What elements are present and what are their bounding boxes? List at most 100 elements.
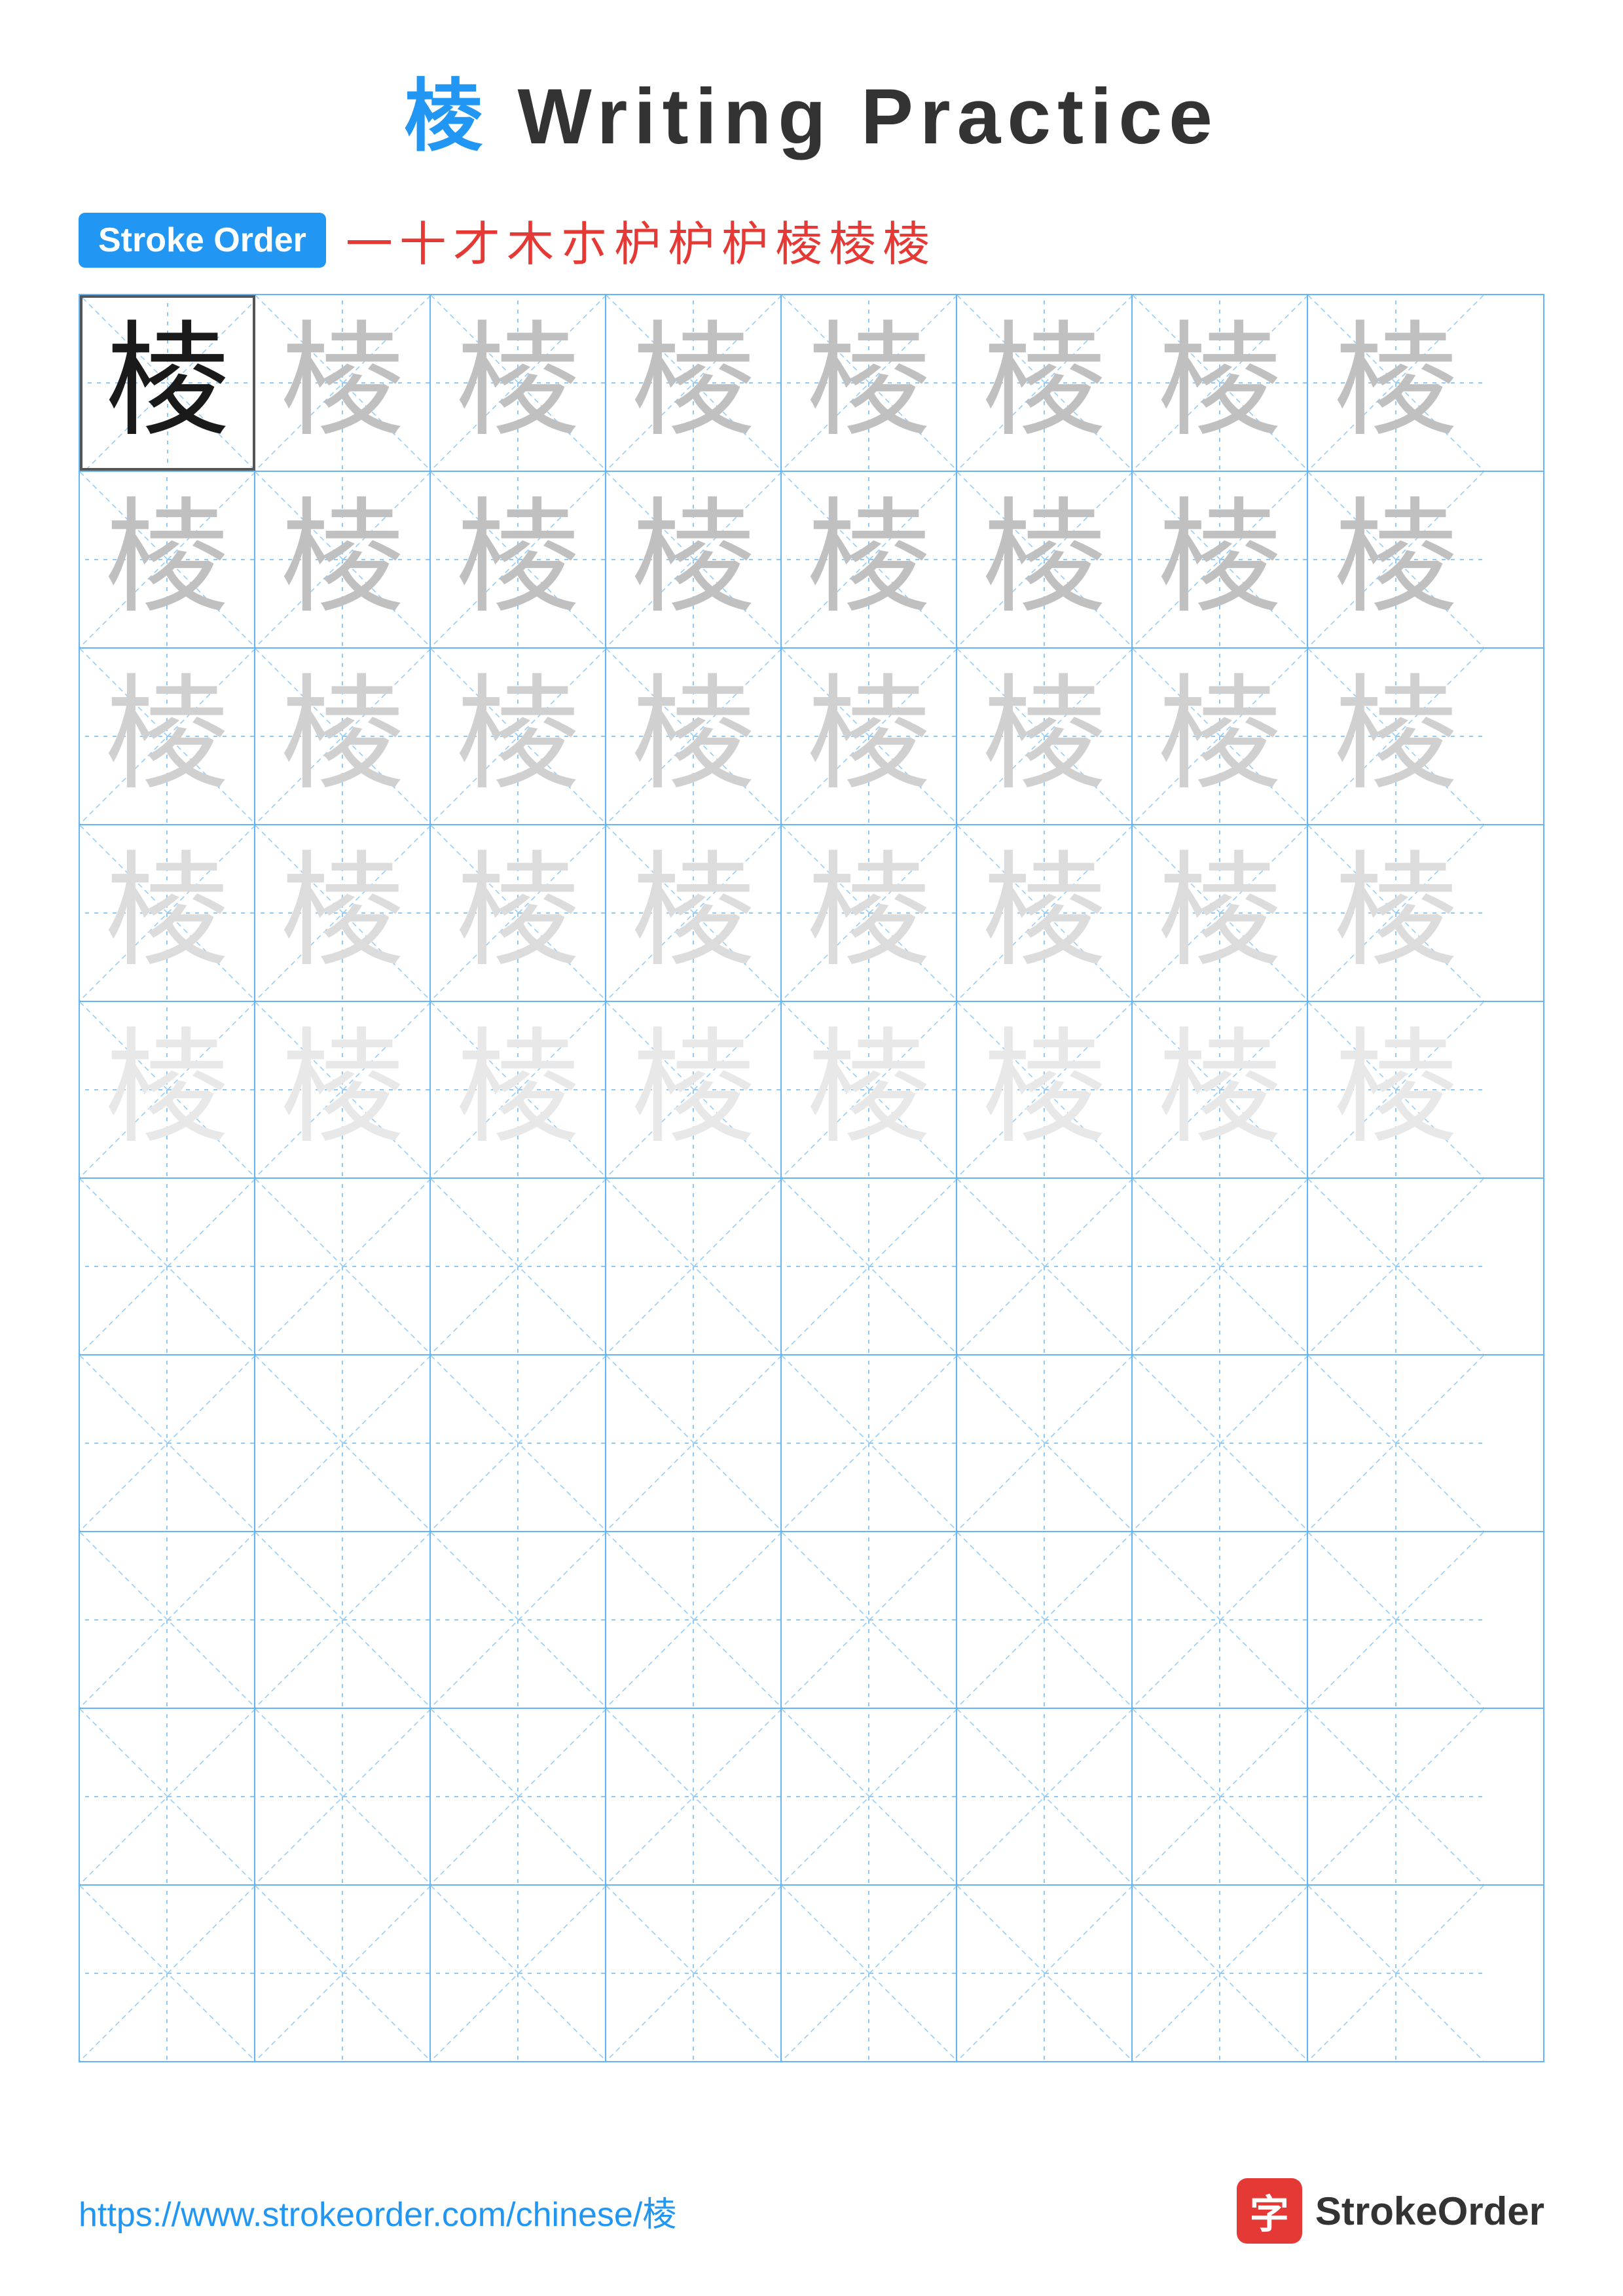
grid-row xyxy=(80,1886,1543,2061)
grid-cell[interactable]: 棱 xyxy=(782,649,957,824)
cell-character: 棱 xyxy=(957,1002,1131,1177)
grid-cell[interactable] xyxy=(255,1355,431,1531)
grid-cell[interactable]: 棱 xyxy=(255,472,431,647)
cell-character: 棱 xyxy=(80,649,254,824)
grid-cell[interactable]: 棱 xyxy=(782,472,957,647)
grid-cell[interactable]: 棱 xyxy=(1308,472,1484,647)
grid-cell[interactable] xyxy=(957,1709,1133,1884)
cell-character: 棱 xyxy=(255,825,429,1001)
grid-cell[interactable] xyxy=(782,1355,957,1531)
grid-cell[interactable]: 棱 xyxy=(606,1002,782,1177)
grid-cell[interactable] xyxy=(80,1179,255,1354)
grid-cell[interactable] xyxy=(1133,1709,1308,1884)
grid-cell[interactable]: 棱 xyxy=(606,649,782,824)
grid-cell[interactable] xyxy=(255,1532,431,1708)
grid-cell[interactable] xyxy=(1133,1179,1308,1354)
grid-cell[interactable] xyxy=(957,1355,1133,1531)
grid-cell[interactable]: 棱 xyxy=(957,649,1133,824)
cell-character: 棱 xyxy=(1133,1002,1307,1177)
grid-cell[interactable]: 棱 xyxy=(80,472,255,647)
grid-row: 棱棱棱棱棱棱棱棱 xyxy=(80,825,1543,1002)
grid-cell[interactable] xyxy=(782,1709,957,1884)
footer: https://www.strokeorder.com/chinese/棱 字 … xyxy=(0,2178,1623,2244)
grid-cell[interactable]: 棱 xyxy=(782,1002,957,1177)
grid-cell[interactable]: 棱 xyxy=(782,295,957,471)
grid-cell[interactable]: 棱 xyxy=(1308,825,1484,1001)
grid-cell[interactable]: 棱 xyxy=(606,295,782,471)
grid-row xyxy=(80,1709,1543,1886)
grid-cell[interactable] xyxy=(957,1886,1133,2061)
cell-character: 棱 xyxy=(255,649,429,824)
grid-cell[interactable] xyxy=(606,1886,782,2061)
cell-character: 棱 xyxy=(1308,825,1484,1001)
grid-cell[interactable]: 棱 xyxy=(957,295,1133,471)
grid-cell[interactable] xyxy=(1308,1886,1484,2061)
grid-cell[interactable] xyxy=(1133,1532,1308,1708)
cell-character: 棱 xyxy=(80,472,254,647)
grid-cell[interactable] xyxy=(431,1532,606,1708)
grid-cell[interactable] xyxy=(606,1532,782,1708)
grid-cell[interactable]: 棱 xyxy=(606,472,782,647)
grid-cell[interactable] xyxy=(1308,1355,1484,1531)
grid-cell[interactable]: 棱 xyxy=(1308,649,1484,824)
cell-character: 棱 xyxy=(431,1002,605,1177)
grid-cell[interactable]: 棱 xyxy=(782,825,957,1001)
grid-cell[interactable] xyxy=(431,1886,606,2061)
grid-cell[interactable] xyxy=(606,1709,782,1884)
grid-cell[interactable]: 棱 xyxy=(255,649,431,824)
cell-character: 棱 xyxy=(431,825,605,1001)
grid-cell[interactable] xyxy=(80,1532,255,1708)
grid-cell[interactable] xyxy=(255,1886,431,2061)
grid-cell[interactable] xyxy=(782,1886,957,2061)
grid-cell[interactable]: 棱 xyxy=(255,1002,431,1177)
grid-cell[interactable]: 棱 xyxy=(606,825,782,1001)
grid-cell[interactable] xyxy=(1133,1886,1308,2061)
grid-cell[interactable] xyxy=(1308,1709,1484,1884)
grid-cell[interactable] xyxy=(80,1886,255,2061)
grid-cell[interactable] xyxy=(782,1532,957,1708)
grid-cell[interactable] xyxy=(80,1709,255,1884)
cell-character: 棱 xyxy=(957,472,1131,647)
grid-cell[interactable]: 棱 xyxy=(431,649,606,824)
grid-row: 棱棱棱棱棱棱棱棱 xyxy=(80,295,1543,472)
grid-cell[interactable]: 棱 xyxy=(255,295,431,471)
grid-cell[interactable] xyxy=(957,1532,1133,1708)
grid-cell[interactable] xyxy=(1133,1355,1308,1531)
grid-cell[interactable]: 棱 xyxy=(431,825,606,1001)
grid-cell[interactable]: 棱 xyxy=(255,825,431,1001)
grid-cell[interactable]: 棱 xyxy=(80,295,255,471)
footer-url[interactable]: https://www.strokeorder.com/chinese/棱 xyxy=(79,2187,676,2236)
grid-cell[interactable]: 棱 xyxy=(1308,295,1484,471)
cell-character: 棱 xyxy=(1308,295,1484,471)
grid-cell[interactable] xyxy=(80,1355,255,1531)
grid-cell[interactable]: 棱 xyxy=(1133,825,1308,1001)
grid-cell[interactable] xyxy=(1308,1179,1484,1354)
grid-cell[interactable] xyxy=(255,1179,431,1354)
grid-cell[interactable]: 棱 xyxy=(431,295,606,471)
grid-cell[interactable]: 棱 xyxy=(80,649,255,824)
grid-cell[interactable]: 棱 xyxy=(431,1002,606,1177)
grid-cell[interactable] xyxy=(606,1355,782,1531)
grid-cell[interactable] xyxy=(957,1179,1133,1354)
grid-cell[interactable] xyxy=(431,1355,606,1531)
grid-cell[interactable]: 棱 xyxy=(1133,472,1308,647)
grid-cell[interactable]: 棱 xyxy=(957,1002,1133,1177)
grid-cell[interactable] xyxy=(255,1709,431,1884)
grid-cell[interactable]: 棱 xyxy=(957,825,1133,1001)
cell-character: 棱 xyxy=(1133,825,1307,1001)
grid-cell[interactable] xyxy=(606,1179,782,1354)
grid-cell[interactable] xyxy=(431,1709,606,1884)
grid-cell[interactable]: 棱 xyxy=(957,472,1133,647)
grid-cell[interactable]: 棱 xyxy=(1133,649,1308,824)
grid-cell[interactable]: 棱 xyxy=(1133,295,1308,471)
grid-cell[interactable] xyxy=(1308,1532,1484,1708)
cell-character: 棱 xyxy=(957,825,1131,1001)
grid-cell[interactable] xyxy=(431,1179,606,1354)
grid-cell[interactable]: 棱 xyxy=(80,825,255,1001)
grid-cell[interactable]: 棱 xyxy=(80,1002,255,1177)
grid-cell[interactable] xyxy=(782,1179,957,1354)
grid-cell[interactable]: 棱 xyxy=(431,472,606,647)
cell-character: 棱 xyxy=(1133,295,1307,471)
grid-cell[interactable]: 棱 xyxy=(1308,1002,1484,1177)
grid-cell[interactable]: 棱 xyxy=(1133,1002,1308,1177)
